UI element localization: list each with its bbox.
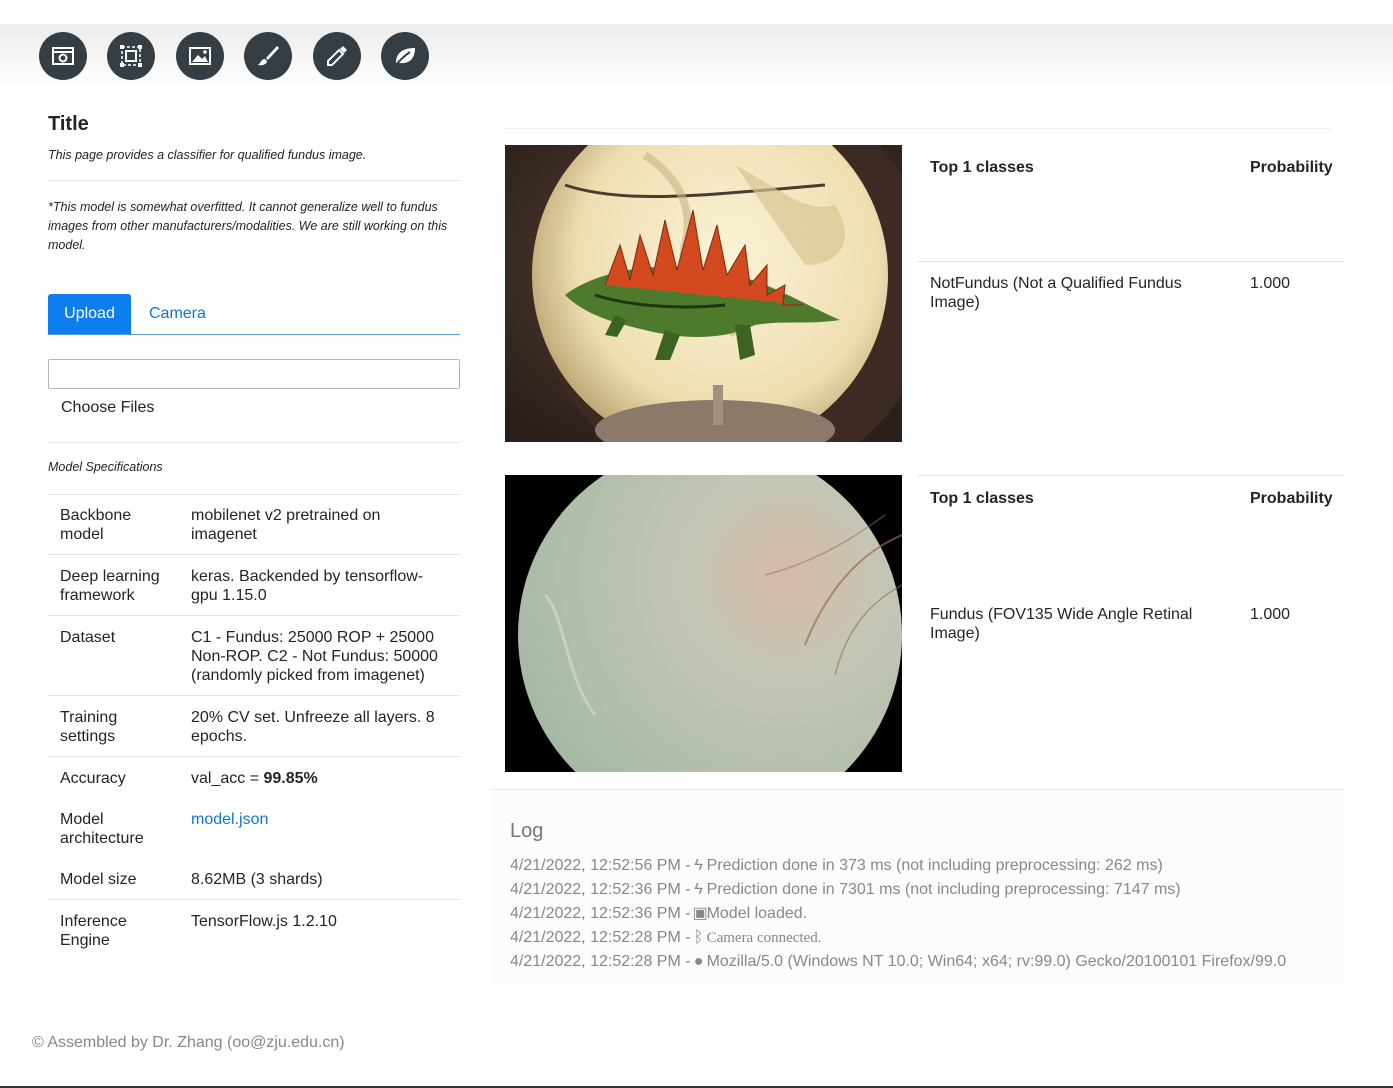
table-row: Model architecture model.json: [48, 798, 460, 858]
log-text: Prediction done in 7301 ms (not includin…: [706, 881, 1181, 898]
result-table-2: Top 1 classes Probability Fundus (FOV135…: [917, 475, 1345, 788]
divider: [48, 180, 460, 181]
camera-tool-button[interactable]: [39, 32, 87, 80]
table-row: Deep learning framework keras. Backended…: [48, 554, 460, 616]
log-entry: 4/21/2022, 12:52:36 PM - ▣Model loaded.: [510, 902, 1286, 926]
table-row: Backbone model mobilenet v2 pretrained o…: [48, 494, 460, 555]
spec-value: model.json: [179, 798, 460, 858]
log-text: Mozilla/5.0 (Windows NT 10.0; Win64; x64…: [706, 953, 1287, 970]
spec-value: mobilenet v2 pretrained on imagenet: [191, 507, 381, 543]
table-row: Training settings 20% CV set. Unfreeze a…: [48, 695, 460, 757]
input-tabs: Upload Camera: [48, 294, 460, 335]
table-row: Accuracy val_acc = 99.85%: [48, 756, 460, 798]
log-time: 4/21/2022, 12:52:28 PM -: [510, 929, 691, 946]
result-image-2: [505, 475, 902, 772]
result-header-class: Top 1 classes: [930, 159, 1034, 176]
divider: [48, 442, 460, 443]
log-list: 4/21/2022, 12:52:56 PM - ϟ Prediction done…: [510, 854, 1286, 974]
image-icon: [189, 47, 211, 65]
table-row: Dataset C1 - Fundus: 25000 ROP + 25000 N…: [48, 615, 460, 696]
log-time: 4/21/2022, 12:52:56 PM -: [510, 857, 691, 874]
spec-value: C1 - Fundus: 25000 ROP + 25000 Non-ROP. …: [179, 615, 460, 696]
log-title: Log: [510, 820, 544, 842]
page-title: Title: [48, 113, 89, 135]
divider: [917, 261, 1345, 262]
spec-value: 20% CV set. Unfreeze all layers. 8 epoch…: [179, 695, 460, 757]
tab-upload[interactable]: Upload: [48, 294, 131, 334]
log-time: 4/21/2022, 12:52:36 PM -: [510, 881, 691, 898]
spec-caption: Model Specifications: [48, 460, 163, 474]
toolbar: [0, 24, 1393, 88]
eyedropper-tool-button[interactable]: [313, 32, 361, 80]
brush-icon: [258, 46, 279, 66]
table-row: Model size 8.62MB (3 shards): [48, 858, 460, 900]
bolt-icon: ϟ: [694, 857, 703, 874]
spec-key: Training settings: [48, 695, 179, 757]
spec-table: Backbone model mobilenet v2 pretrained o…: [48, 494, 460, 960]
footer-credit: © Assembled by Dr. Zhang (oo@zju.edu.cn): [32, 1034, 345, 1051]
bluetooth-icon: ᛒ: [693, 929, 704, 946]
log-entry: 4/21/2022, 12:52:28 PM - ● Mozilla/5.0 (Wi…: [510, 950, 1286, 974]
spec-key: Model architecture: [60, 811, 144, 847]
leaf-tool-button[interactable]: [381, 32, 429, 80]
globe-dinosaur-photo: [505, 145, 902, 442]
bolt-icon: ϟ: [694, 881, 703, 898]
result-header-probability: Probability: [1250, 490, 1333, 507]
result-table-1: Top 1 classes Probability NotFundus (Not…: [917, 145, 1345, 442]
log-text: Prediction done in 373 ms (not including…: [706, 857, 1163, 874]
result-image-1: [505, 145, 902, 442]
result-class: Fundus (FOV135 Wide Angle Retinal Image): [930, 606, 1193, 642]
spec-key: Inference Engine: [48, 899, 179, 960]
result-header-class: Top 1 classes: [930, 490, 1034, 507]
eyedropper-icon: [327, 46, 347, 66]
spec-value: 8.62MB (3 shards): [191, 871, 323, 888]
result-class: NotFundus (Not a Qualified Fundus Image): [930, 275, 1182, 311]
page-description: This page provides a classifier for qual…: [48, 148, 367, 162]
spec-key: Model size: [60, 871, 137, 888]
crop-tool-button[interactable]: [107, 32, 155, 80]
spec-key: Backbone model: [60, 507, 132, 543]
log-entry: 4/21/2022, 12:52:56 PM - ϟ Prediction done…: [510, 854, 1286, 878]
spec-key: Dataset: [48, 615, 179, 696]
file-input[interactable]: [48, 359, 460, 389]
image-tool-button[interactable]: [176, 32, 224, 80]
choose-files-button[interactable]: Choose Files: [61, 398, 154, 418]
cube-icon: ▣: [692, 905, 708, 922]
globe-icon: ●: [693, 953, 704, 970]
log-time: 4/21/2022, 12:52:28 PM -: [510, 953, 691, 970]
fundus-photo: [505, 475, 902, 772]
log-panel: Log 4/21/2022, 12:52:56 PM - ϟ Prediction …: [490, 789, 1344, 985]
crop-icon: [120, 45, 142, 67]
result-probability: 1.000: [1250, 606, 1291, 623]
log-entry: 4/21/2022, 12:52:28 PM - ᛒ Camera connecte…: [510, 926, 1286, 950]
log-text: Model loaded.: [706, 905, 808, 922]
intro-section: Title This page provides a classifier fo…: [48, 110, 460, 255]
result-header-probability: Probability: [1250, 159, 1333, 176]
spec-key: Accuracy: [48, 756, 179, 798]
divider: [505, 128, 1330, 129]
spec-value: TensorFlow.js 1.2.10: [179, 899, 460, 960]
spec-value: val_acc = 99.85%: [179, 756, 460, 798]
log-entry: 4/21/2022, 12:52:36 PM - ϟ Prediction done…: [510, 878, 1286, 902]
tab-camera[interactable]: Camera: [149, 294, 206, 334]
accuracy-value: 99.85%: [263, 770, 318, 787]
result-probability: 1.000: [1250, 275, 1291, 292]
accuracy-prefix: val_acc =: [191, 770, 264, 787]
leaf-icon: [394, 48, 415, 67]
table-row: Inference Engine TensorFlow.js 1.2.10: [48, 899, 460, 960]
overfit-note: *This model is somewhat overfitted. It c…: [48, 200, 448, 252]
spec-value: keras. Backended by tensorflow-gpu 1.15.…: [179, 554, 460, 616]
log-text: Camera connected.: [706, 930, 822, 946]
log-time: 4/21/2022, 12:52:36 PM -: [510, 905, 691, 922]
camera-icon: [52, 47, 74, 65]
brush-tool-button[interactable]: [244, 32, 292, 80]
model-json-link[interactable]: model.json: [191, 811, 268, 828]
spec-key: Deep learning framework: [48, 554, 179, 616]
